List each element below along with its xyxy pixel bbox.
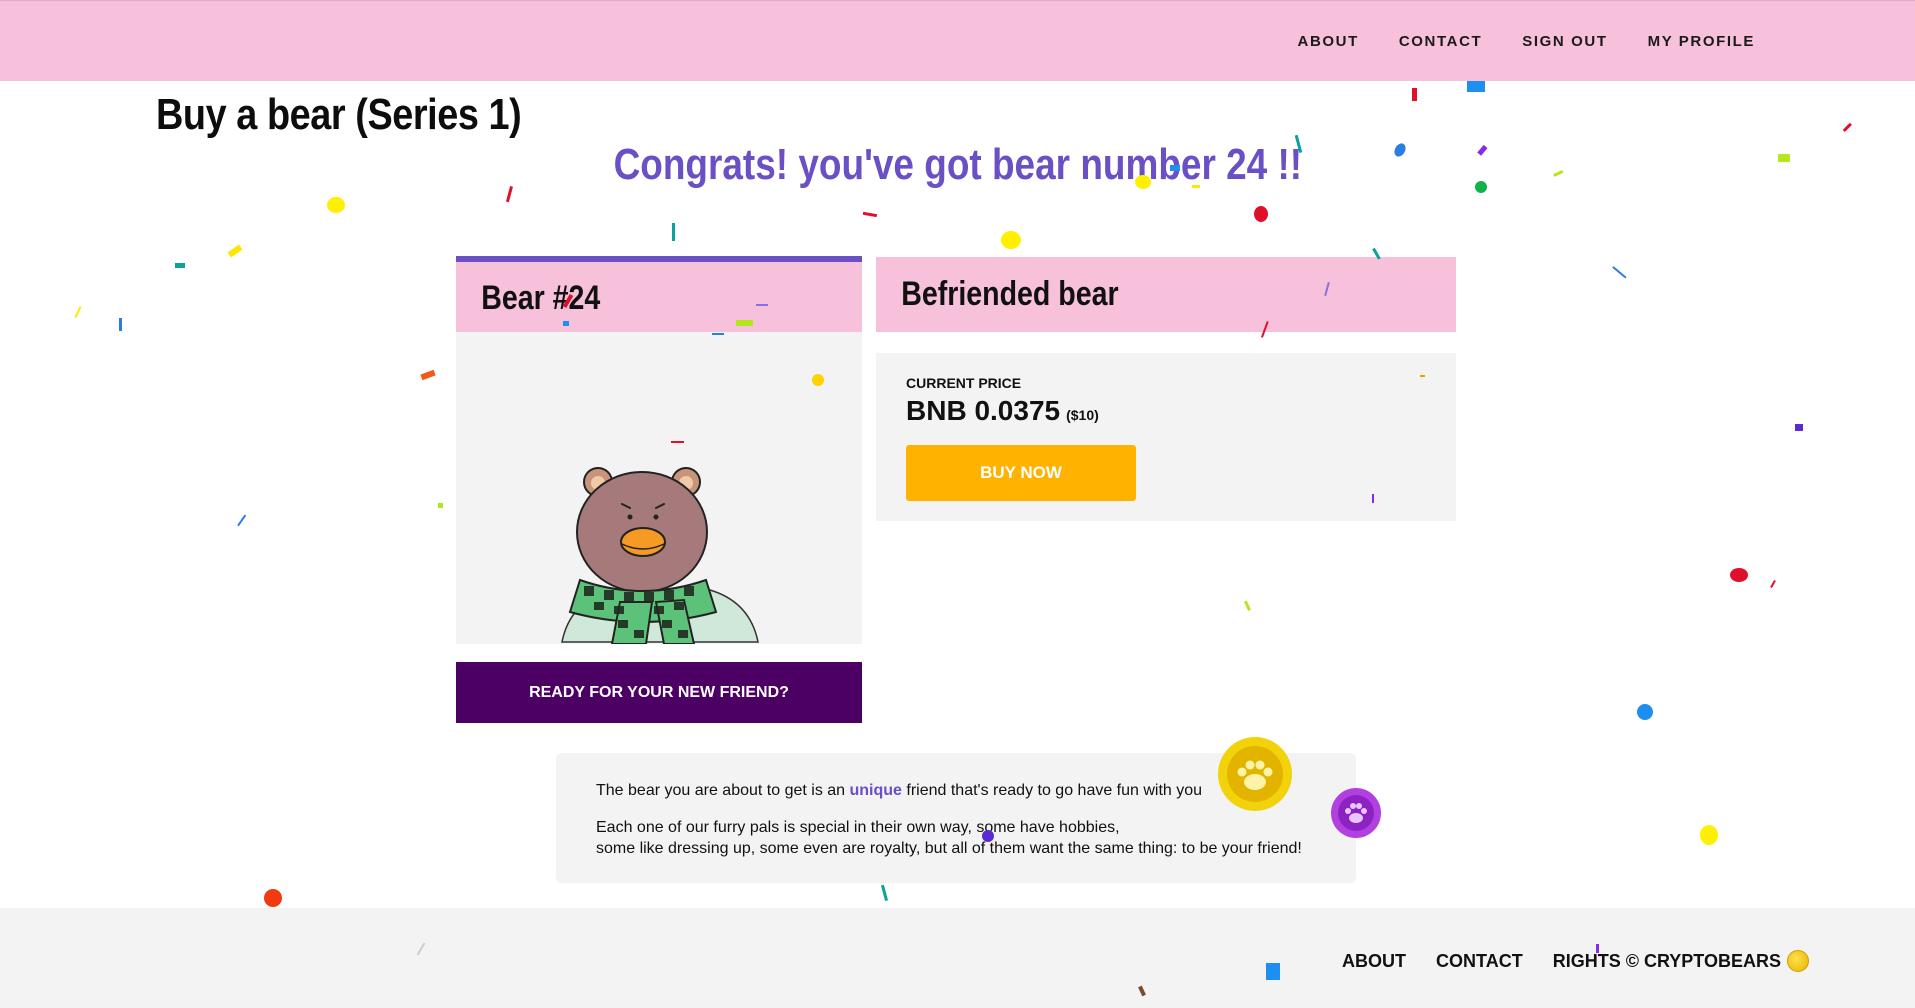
top-nav: ABOUT CONTACT SIGN OUT MY PROFILE [1298,33,1755,50]
purple-paw-coin-icon [1331,788,1381,838]
nav-sign-out-link[interactable]: SIGN OUT [1522,33,1607,50]
cryptobears-coin-icon [1787,950,1809,972]
nav-my-profile-link[interactable]: MY PROFILE [1648,33,1755,50]
price-bnb: BNB 0.0375 [906,395,1061,426]
info-line-2: Each one of our furry pals is special in… [596,819,1120,836]
buy-now-button[interactable]: BUY NOW [906,445,1136,501]
footer-contact-link[interactable]: CONTACT [1436,951,1523,972]
info-highlight-unique: unique [849,782,902,799]
footer: ABOUT CONTACT RIGHTS © CRYPTOBEARS [0,908,1915,1008]
bear-card-title: Bear #24 [481,279,601,317]
price-usd: ($10) [1066,407,1099,423]
nav-contact-link[interactable]: CONTACT [1399,33,1482,50]
rights-text: RIGHTS © CRYPTOBEARS [1552,950,1781,971]
info-line-1-prefix: The bear you are about to get is an [596,782,850,799]
ready-for-new-friend-button[interactable]: READY FOR YOUR NEW FRIEND? [456,662,862,723]
bear-image-area [456,332,862,644]
footer-nav: ABOUT CONTACT RIGHTS © CRYPTOBEARS [1342,950,1809,972]
footer-rights: RIGHTS © CRYPTOBEARS [1553,950,1809,972]
footer-about-link[interactable]: ABOUT [1342,951,1406,972]
current-price: BNB 0.0375 ($10) [906,395,1099,427]
bear-illustration-icon [561,467,759,644]
current-price-label: CURRENT PRICE [906,375,1022,391]
befriended-bear-title: Befriended bear [901,275,1119,313]
befriended-bear-header: Befriended bear [876,257,1456,332]
gold-paw-coin-icon [1218,737,1292,811]
bear-card-header: Bear #24 [456,256,862,332]
congrats-message: Congrats! you've got bear number 24 !! [0,140,1915,190]
congrats-text: Congrats! you've got bear number 24 !! [613,140,1302,189]
info-line-1: The bear you are about to get is an uniq… [596,780,1202,801]
price-panel: CURRENT PRICE BNB 0.0375 ($10) BUY NOW [876,353,1456,521]
page-title: Buy a bear (Series 1) [156,90,522,139]
bear-card: Bear #24 [456,256,862,644]
top-navbar: ABOUT CONTACT SIGN OUT MY PROFILE [0,0,1915,81]
nav-about-link[interactable]: ABOUT [1298,33,1359,50]
info-line-1-suffix: friend that's ready to go have fun with … [901,782,1203,799]
info-line-3: some like dressing up, some even are roy… [596,840,1302,857]
